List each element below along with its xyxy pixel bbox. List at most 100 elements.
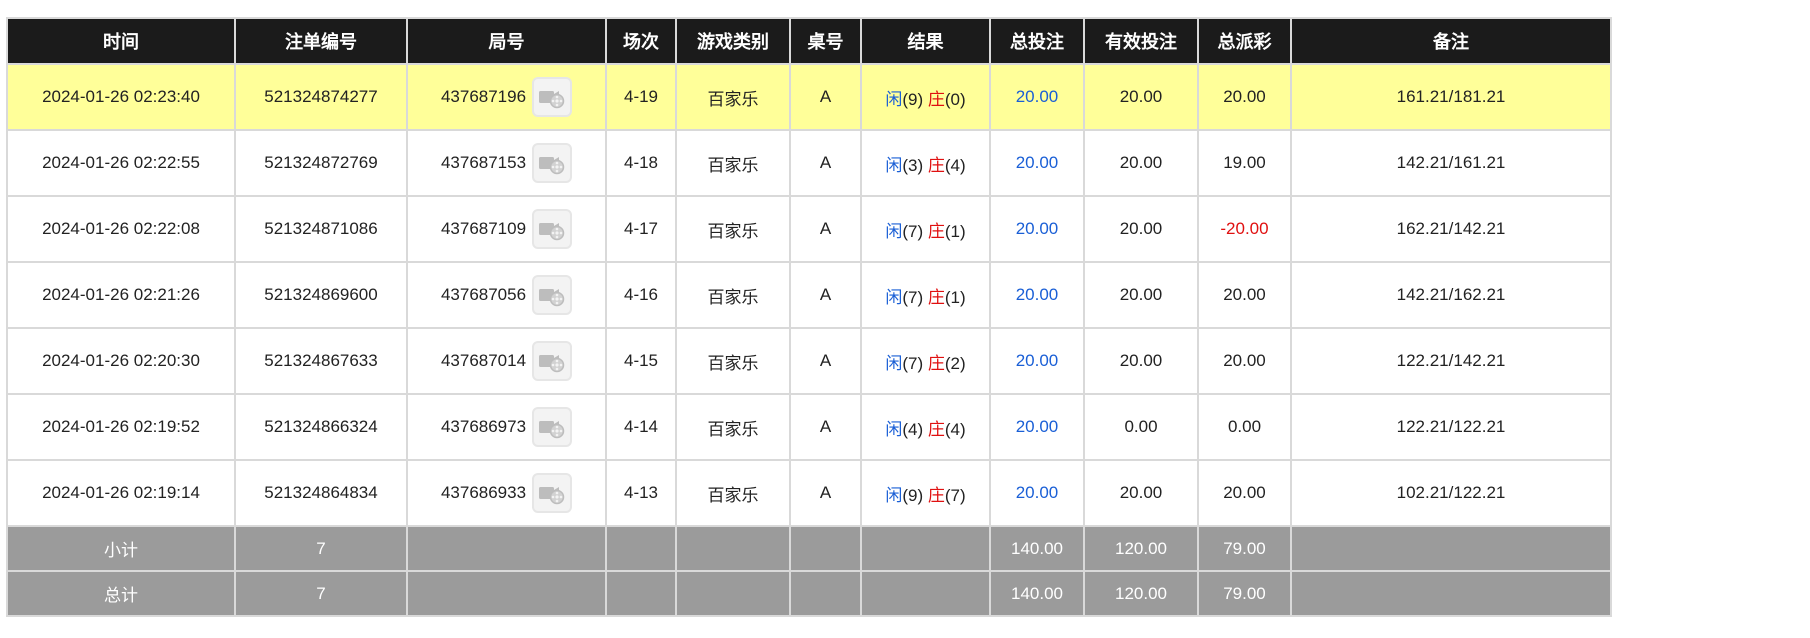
- cell-valid-bet: 20.00: [1083, 63, 1199, 131]
- cell-order-no: 521324867633: [234, 327, 408, 395]
- film-reel-icon: [539, 91, 565, 109]
- subtotal-bet: 140.00: [989, 525, 1085, 572]
- table-row: 2024-01-26 02:19:52 521324866324 4376869…: [6, 393, 1612, 461]
- header-table-no: 桌号: [789, 17, 862, 65]
- cell-note: 142.21/161.21: [1290, 129, 1612, 197]
- cell-time: 2024-01-26 02:19:52: [6, 393, 236, 461]
- replay-button[interactable]: [532, 209, 573, 249]
- result-player-score: (9): [902, 485, 924, 505]
- cell-table-no: A: [789, 393, 862, 461]
- result-player-score: (3): [902, 155, 924, 175]
- header-row: 时间 注单编号 局号 场次 游戏类别 桌号 结果 总投注 有效投注 总派彩 备注: [6, 17, 1612, 65]
- round-cell: 437686933: [408, 473, 605, 513]
- cell-table-no: A: [789, 327, 862, 395]
- round-cell: 437687109: [408, 209, 605, 249]
- result-banker-score: (1): [944, 287, 966, 307]
- result-banker-label: 庄: [927, 287, 945, 307]
- cell-total-payout: -20.00: [1197, 195, 1292, 263]
- cell-time: 2024-01-26 02:22:55: [6, 129, 236, 197]
- replay-button[interactable]: [532, 275, 573, 315]
- table-row: 2024-01-26 02:19:14 521324864834 4376869…: [6, 459, 1612, 527]
- result-banker-score: (2): [944, 353, 966, 373]
- replay-button[interactable]: [532, 341, 573, 381]
- result-player-score: (7): [902, 353, 924, 373]
- cell-result: 闲(7) 庄(1): [860, 261, 991, 329]
- round-cell: 437687153: [408, 143, 605, 183]
- film-reel-icon: [539, 223, 565, 241]
- cell-game-type: 百家乐: [675, 327, 791, 395]
- result-banker-label: 庄: [927, 89, 945, 109]
- cell-valid-bet: 0.00: [1083, 393, 1199, 461]
- cell-game-type: 百家乐: [675, 393, 791, 461]
- result-banker-score: (1): [944, 221, 966, 241]
- replay-button[interactable]: [532, 407, 573, 447]
- cell-order-no: 521324874277: [234, 63, 408, 131]
- cell-order-no: 521324864834: [234, 459, 408, 527]
- bet-records-table-wrap: 时间 注单编号 局号 场次 游戏类别 桌号 结果 总投注 有效投注 总派彩 备注…: [6, 17, 1612, 617]
- cell-total-bet: 20.00: [989, 459, 1085, 527]
- cell-session: 4-19: [605, 63, 677, 131]
- header-result: 结果: [860, 17, 991, 65]
- film-reel-icon: [539, 355, 565, 373]
- table-row: 2024-01-26 02:22:08 521324871086 4376871…: [6, 195, 1612, 263]
- replay-button[interactable]: [532, 473, 573, 513]
- result-player-label: 闲: [885, 221, 903, 241]
- cell-note: 161.21/181.21: [1290, 63, 1612, 131]
- cell-valid-bet: 20.00: [1083, 261, 1199, 329]
- cell-total-bet: 20.00: [989, 261, 1085, 329]
- cell-game-type: 百家乐: [675, 129, 791, 197]
- subtotal-label: 小计: [6, 525, 236, 572]
- result-banker-label: 庄: [927, 155, 945, 175]
- cell-session: 4-17: [605, 195, 677, 263]
- table-row: 2024-01-26 02:20:30 521324867633 4376870…: [6, 327, 1612, 395]
- cell-round-no: 437687196: [440, 87, 527, 106]
- result-player-score: (4): [902, 419, 924, 439]
- cell-result: 闲(3) 庄(4): [860, 129, 991, 197]
- replay-button[interactable]: [532, 77, 573, 117]
- replay-button[interactable]: [532, 143, 573, 183]
- cell-total-bet: 20.00: [989, 195, 1085, 263]
- cell-valid-bet: 20.00: [1083, 195, 1199, 263]
- cell-time: 2024-01-26 02:22:08: [6, 195, 236, 263]
- cell-total-payout: 0.00: [1197, 393, 1292, 461]
- result-player-score: (7): [902, 221, 924, 241]
- cell-total-bet: 20.00: [989, 393, 1085, 461]
- header-session: 场次: [605, 17, 677, 65]
- cell-order-no: 521324871086: [234, 195, 408, 263]
- header-order-no: 注单编号: [234, 17, 408, 65]
- cell-game-type: 百家乐: [675, 63, 791, 131]
- total-payout: 79.00: [1197, 570, 1292, 617]
- subtotal-count: 7: [234, 525, 408, 572]
- result-player-label: 闲: [885, 89, 903, 109]
- cell-session: 4-18: [605, 129, 677, 197]
- film-reel-icon: [539, 157, 565, 175]
- total-row: 总计 7 140.00 120.00 79.00: [6, 570, 1612, 617]
- cell-note: 102.21/122.21: [1290, 459, 1612, 527]
- subtotal-valid: 120.00: [1083, 525, 1199, 572]
- table-row: 2024-01-26 02:23:40 521324874277 4376871…: [6, 63, 1612, 131]
- cell-table-no: A: [789, 63, 862, 131]
- cell-total-payout: 19.00: [1197, 129, 1292, 197]
- cell-session: 4-16: [605, 261, 677, 329]
- cell-valid-bet: 20.00: [1083, 129, 1199, 197]
- cell-note: 142.21/162.21: [1290, 261, 1612, 329]
- cell-round-no: 437687014: [440, 351, 527, 370]
- result-banker-score: (4): [944, 419, 966, 439]
- table-row: 2024-01-26 02:21:26 521324869600 4376870…: [6, 261, 1612, 329]
- cell-valid-bet: 20.00: [1083, 327, 1199, 395]
- subtotal-payout: 79.00: [1197, 525, 1292, 572]
- cell-order-no: 521324866324: [234, 393, 408, 461]
- round-cell: 437687196: [408, 77, 605, 117]
- cell-result: 闲(4) 庄(4): [860, 393, 991, 461]
- cell-total-payout: 20.00: [1197, 327, 1292, 395]
- cell-session: 4-14: [605, 393, 677, 461]
- result-banker-label: 庄: [927, 353, 945, 373]
- header-total-payout: 总派彩: [1197, 17, 1292, 65]
- bet-records-table: 时间 注单编号 局号 场次 游戏类别 桌号 结果 总投注 有效投注 总派彩 备注…: [6, 17, 1612, 617]
- header-game-type: 游戏类别: [675, 17, 791, 65]
- total-label: 总计: [6, 570, 236, 617]
- round-cell: 437687056: [408, 275, 605, 315]
- result-player-score: (9): [902, 89, 924, 109]
- cell-total-payout: 20.00: [1197, 261, 1292, 329]
- film-reel-icon: [539, 421, 565, 439]
